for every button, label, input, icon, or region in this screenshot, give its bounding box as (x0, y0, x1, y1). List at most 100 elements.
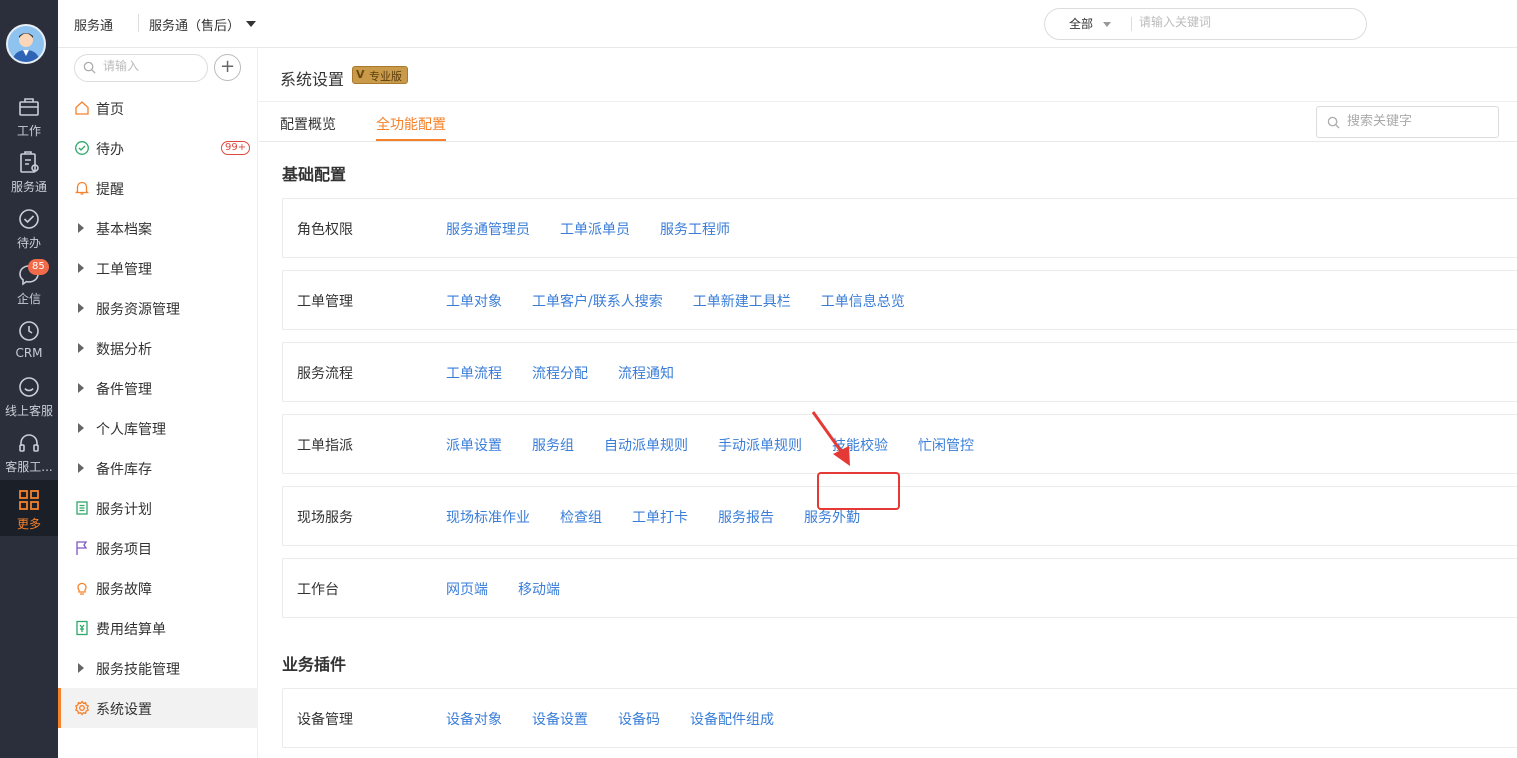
expand-triangle-icon[interactable] (74, 300, 90, 316)
page-header: 系统设置 V 专业版 (259, 48, 1517, 102)
global-search-input[interactable] (1139, 15, 1339, 29)
card-label: 现场服务 (297, 510, 353, 526)
link-service-report[interactable]: 服务报告 (718, 507, 774, 527)
sidebar-item-service-resources[interactable]: 服务资源管理 (58, 288, 258, 328)
yen-doc-icon (76, 620, 88, 636)
sidebar-item-reminder[interactable]: 提醒 (58, 168, 258, 208)
add-button[interactable]: + (214, 54, 241, 81)
link-busy-control[interactable]: 忙闲管控 (918, 435, 974, 455)
global-search: 全部 (1044, 8, 1367, 40)
app-name: 服务通 (74, 19, 114, 34)
chevron-down-icon[interactable] (1103, 22, 1111, 27)
link-ticket-flow[interactable]: 工单流程 (446, 363, 502, 383)
rail-item-todo[interactable]: 待办 (0, 207, 58, 263)
link-web[interactable]: 网页端 (446, 579, 488, 599)
main-content: 系统设置 V专业版 配置概览 全功能配置 基础配置 角色权限 服务通管理员 工单… (259, 48, 1517, 758)
top-bar: 服务通 服务通（售后） 全部 (58, 0, 1517, 48)
config-card-ticket-management: 工单管理 工单对象 工单客户/联系人搜索 工单新建工具栏 工单信息总览 (282, 270, 1517, 330)
rail-item-messages[interactable]: 企信 85 (0, 259, 58, 319)
expand-triangle-icon[interactable] (74, 460, 90, 476)
card-label: 工作台 (297, 582, 339, 598)
link-ticket-contact-search[interactable]: 工单客户/联系人搜索 (532, 291, 663, 311)
tab-config-overview[interactable]: 配置概览 (280, 114, 336, 134)
divider (138, 14, 139, 32)
link-field-attendance[interactable]: 服务外勤 (804, 507, 860, 527)
section-title: 基础配置 (282, 165, 347, 184)
flag-icon (76, 541, 88, 555)
sidebar-item-system-settings[interactable]: 系统设置 (58, 688, 258, 728)
keyword-search-input[interactable] (1347, 114, 1487, 129)
sidebar: + 首页 待办 99+ 提醒 基本档案 工单管理 服务资源管理 数据分析 备件管… (58, 48, 258, 758)
link-service-engineer[interactable]: 服务工程师 (660, 219, 730, 239)
expand-triangle-icon[interactable] (74, 420, 90, 436)
module-selector[interactable]: 服务通（售后） (149, 15, 240, 34)
sidebar-item-ticket-management[interactable]: 工单管理 (58, 248, 258, 288)
expand-triangle-icon[interactable] (74, 260, 90, 276)
link-manual-dispatch-rules[interactable]: 手动派单规则 (718, 435, 802, 455)
link-equipment-code[interactable]: 设备码 (618, 709, 660, 729)
expand-triangle-icon[interactable] (74, 220, 90, 236)
link-auto-dispatch-rules[interactable]: 自动派单规则 (604, 435, 688, 455)
link-ticket-overview[interactable]: 工单信息总览 (821, 291, 905, 311)
tab-full-config[interactable]: 全功能配置 (376, 114, 446, 134)
service-icon (20, 151, 39, 173)
expand-triangle-icon[interactable] (74, 380, 90, 396)
sidebar-item-service-plan[interactable]: 服务计划 (58, 488, 258, 528)
plan-icon (76, 501, 88, 515)
chevron-down-icon[interactable] (246, 21, 256, 27)
sidebar-item-personal-inventory[interactable]: 个人库管理 (58, 408, 258, 448)
link-dispatcher[interactable]: 工单派单员 (560, 219, 630, 239)
grid-icon (19, 490, 39, 510)
link-service-admin[interactable]: 服务通管理员 (446, 219, 530, 239)
link-equipment-settings[interactable]: 设备设置 (532, 709, 588, 729)
sidebar-item-service-project[interactable]: 服务项目 (58, 528, 258, 568)
rail-item-service[interactable]: 服务通 (0, 151, 58, 207)
link-flow-notification[interactable]: 流程通知 (618, 363, 674, 383)
home-icon (75, 101, 89, 115)
link-standard-operation[interactable]: 现场标准作业 (446, 507, 530, 527)
rail-item-crm[interactable]: CRM (0, 319, 58, 375)
rail-item-online-service[interactable]: 线上客服 (0, 375, 58, 431)
user-avatar[interactable] (6, 24, 46, 64)
link-inspection-group[interactable]: 检查组 (560, 507, 602, 527)
sidebar-item-skill-management[interactable]: 服务技能管理 (58, 648, 258, 688)
link-dispatch-settings[interactable]: 派单设置 (446, 435, 502, 455)
link-equipment-parts[interactable]: 设备配件组成 (690, 709, 774, 729)
sidebar-item-spare-stock[interactable]: 备件库存 (58, 448, 258, 488)
search-scope-select[interactable]: 全部 (1069, 15, 1093, 32)
keyword-search (1316, 106, 1499, 138)
card-label: 工单指派 (297, 438, 353, 454)
unread-badge: 85 (28, 259, 49, 275)
sidebar-item-todo[interactable]: 待办 99+ (58, 128, 258, 168)
check-circle-icon (19, 209, 39, 229)
sidebar-item-data-analysis[interactable]: 数据分析 (58, 328, 258, 368)
rail-item-more[interactable]: 更多 (0, 480, 58, 536)
expand-triangle-icon[interactable] (74, 660, 90, 676)
config-card-equipment-management: 设备管理 设备对象 设备设置 设备码 设备配件组成 (282, 688, 1517, 748)
sidebar-search-input[interactable] (103, 59, 203, 73)
link-equipment-object[interactable]: 设备对象 (446, 709, 502, 729)
sidebar-item-expense-statement[interactable]: 费用结算单 (58, 608, 258, 648)
link-ticket-object[interactable]: 工单对象 (446, 291, 502, 311)
section-title: 业务插件 (282, 655, 347, 674)
link-mobile[interactable]: 移动端 (518, 579, 560, 599)
search-icon (83, 61, 96, 74)
card-label: 工单管理 (297, 294, 353, 310)
expand-triangle-icon[interactable] (74, 340, 90, 356)
link-service-group[interactable]: 服务组 (532, 435, 574, 455)
sidebar-item-service-fault[interactable]: 服务故障 (58, 568, 258, 608)
sidebar-item-spare-parts[interactable]: 备件管理 (58, 368, 258, 408)
rail-item-customer-service[interactable]: 客服工... (0, 431, 58, 487)
sidebar-item-home[interactable]: 首页 (58, 88, 258, 128)
link-ticket-checkin[interactable]: 工单打卡 (632, 507, 688, 527)
link-flow-assignment[interactable]: 流程分配 (532, 363, 588, 383)
config-card-ticket-dispatch: 工单指派 派单设置 服务组 自动派单规则 手动派单规则 技能校验 忙闲管控 (282, 414, 1517, 474)
smile-chat-icon (19, 377, 39, 397)
rail-item-work[interactable]: 工作 (0, 95, 58, 151)
briefcase-icon (19, 98, 39, 116)
search-icon (1327, 116, 1340, 129)
sidebar-item-basic-archive[interactable]: 基本档案 (58, 208, 258, 248)
link-ticket-toolbar[interactable]: 工单新建工具栏 (693, 291, 791, 311)
edition-badge: V 专业版 (352, 66, 408, 84)
red-arrow-icon (811, 411, 850, 466)
